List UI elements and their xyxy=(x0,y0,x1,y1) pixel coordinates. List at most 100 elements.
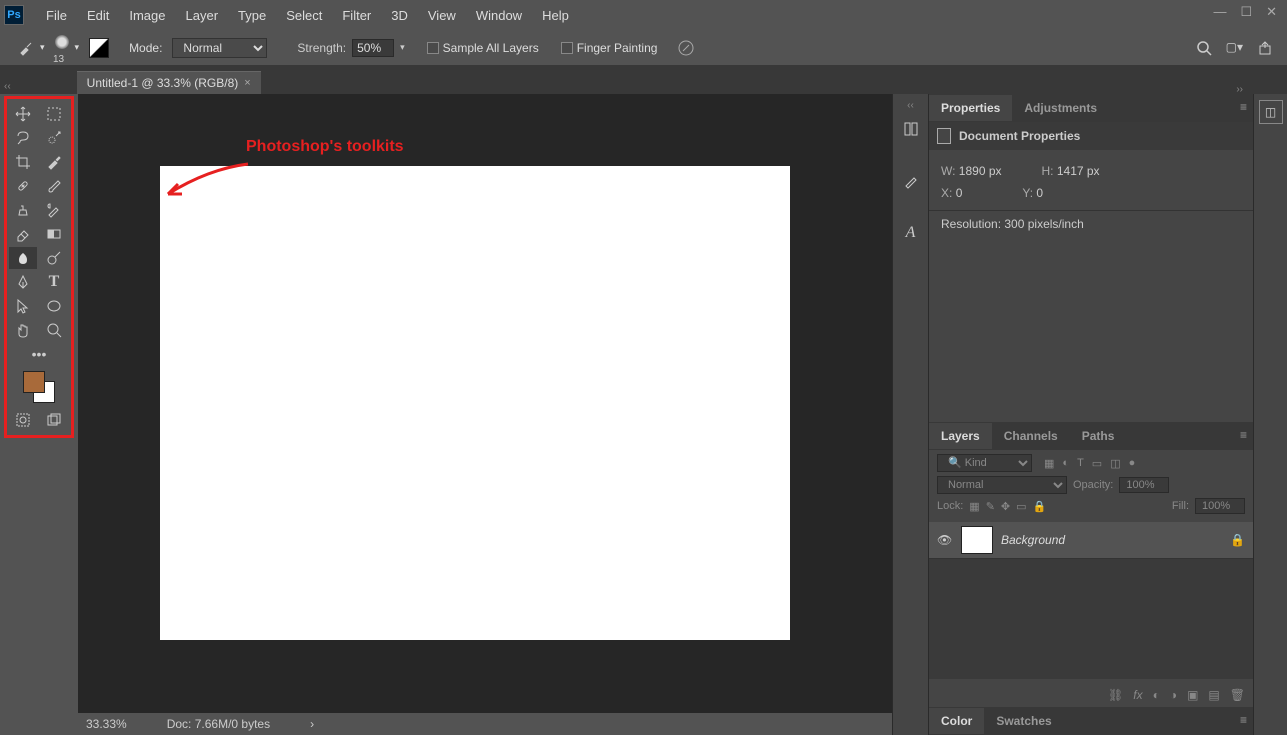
brush-preset[interactable]: 13 ▾ xyxy=(55,35,80,60)
collapse-left-icon[interactable]: ‹‹ xyxy=(0,79,15,94)
canvas[interactable] xyxy=(160,166,790,640)
eyedropper-tool[interactable] xyxy=(40,151,68,173)
document-tab[interactable]: Untitled-1 @ 33.3% (RGB/8) × xyxy=(77,71,261,94)
menu-help[interactable]: Help xyxy=(532,8,579,23)
menu-3d[interactable]: 3D xyxy=(381,8,418,23)
menu-view[interactable]: View xyxy=(418,8,466,23)
layer-filter-select[interactable]: 🔍 Kind xyxy=(937,454,1032,472)
lock-paint-icon[interactable]: ✎ xyxy=(986,500,995,513)
pressure-icon[interactable] xyxy=(677,39,695,57)
more-tools[interactable]: ••• xyxy=(25,343,53,365)
tab-properties[interactable]: Properties xyxy=(929,95,1012,121)
zoom-level[interactable]: 33.33% xyxy=(86,717,127,731)
lock-all-icon[interactable]: 🔒 xyxy=(1033,500,1047,513)
mask-icon[interactable]: ◐ xyxy=(1153,688,1160,702)
eraser-tool[interactable] xyxy=(9,223,37,245)
tab-color[interactable]: Color xyxy=(929,708,984,734)
adjustment-icon[interactable]: ◑ xyxy=(1170,688,1177,702)
new-layer-icon[interactable]: ▤ xyxy=(1208,688,1219,702)
pen-tool[interactable] xyxy=(9,271,37,293)
path-select-tool[interactable] xyxy=(9,295,37,317)
blend-mode[interactable]: Normal xyxy=(937,476,1067,494)
menu-file[interactable]: File xyxy=(36,8,77,23)
filter-type-icon[interactable]: T xyxy=(1077,457,1084,470)
close-icon[interactable]: ✕ xyxy=(1266,4,1277,20)
link-layers-icon[interactable]: ⛓ xyxy=(1108,688,1123,702)
filter-toggle-icon[interactable]: ● xyxy=(1129,457,1136,470)
visibility-icon[interactable]: 👁 xyxy=(937,533,953,547)
lock-artboard-icon[interactable]: ▭ xyxy=(1016,500,1026,513)
screen-mode-tool[interactable] xyxy=(40,409,68,431)
panel-menu-icon[interactable]: ≡ xyxy=(1240,100,1247,114)
fill-input[interactable] xyxy=(1195,498,1245,514)
canvas-area[interactable]: Photoshop's toolkits 33.33% Doc: 7.66M/0… xyxy=(78,94,892,735)
tab-channels[interactable]: Channels xyxy=(992,423,1070,449)
minimize-icon[interactable]: ― xyxy=(1213,4,1226,20)
workspace-icon[interactable]: ▢▾ xyxy=(1226,40,1243,56)
crop-tool[interactable] xyxy=(9,151,37,173)
search-icon[interactable] xyxy=(1196,40,1212,56)
share-icon[interactable] xyxy=(1257,40,1273,56)
history-panel-icon[interactable] xyxy=(897,115,925,143)
delete-icon[interactable]: 🗑 xyxy=(1230,688,1245,702)
expand-right-icon[interactable]: ‹‹ xyxy=(893,98,928,113)
menu-window[interactable]: Window xyxy=(466,8,532,23)
finger-painting-checkbox[interactable]: Finger Painting xyxy=(561,41,658,55)
tab-adjustments[interactable]: Adjustments xyxy=(1012,95,1109,121)
menu-select[interactable]: Select xyxy=(276,8,332,23)
menu-edit[interactable]: Edit xyxy=(77,8,119,23)
maximize-icon[interactable]: ☐ xyxy=(1240,4,1252,20)
zoom-tool[interactable] xyxy=(40,319,68,341)
lock-position-icon[interactable]: ✥ xyxy=(1001,500,1010,513)
tab-paths[interactable]: Paths xyxy=(1070,423,1127,449)
gradient-tool[interactable] xyxy=(40,223,68,245)
properties-panel: Document Properties W: 1890 px H: 1417 p… xyxy=(929,122,1253,422)
fx-icon[interactable]: fx xyxy=(1133,688,1142,702)
color-menu-icon[interactable]: ≡ xyxy=(1240,713,1247,727)
sample-all-layers-checkbox[interactable]: Sample All Layers xyxy=(427,41,539,55)
opacity-input[interactable] xyxy=(1119,477,1169,493)
filter-smart-icon[interactable]: ◫ xyxy=(1110,457,1120,470)
filter-adjust-icon[interactable]: ◐ xyxy=(1062,457,1069,470)
lasso-tool[interactable] xyxy=(9,127,37,149)
character-panel-icon[interactable]: A xyxy=(897,219,925,247)
clone-stamp-tool[interactable] xyxy=(9,199,37,221)
filter-pixel-icon[interactable]: ▦ xyxy=(1044,457,1054,470)
brush-panel-toggle[interactable] xyxy=(89,38,109,58)
menu-filter[interactable]: Filter xyxy=(332,8,381,23)
text-tool[interactable]: T xyxy=(40,271,68,293)
libraries-icon[interactable]: ◫ xyxy=(1259,100,1283,124)
quick-mask-tool[interactable] xyxy=(9,409,37,431)
menu-layer[interactable]: Layer xyxy=(176,8,229,23)
menu-type[interactable]: Type xyxy=(228,8,276,23)
move-tool[interactable] xyxy=(9,103,37,125)
marquee-tool[interactable] xyxy=(40,103,68,125)
brush-tool[interactable] xyxy=(40,175,68,197)
tab-swatches[interactable]: Swatches xyxy=(984,708,1063,734)
layer-name[interactable]: Background xyxy=(1001,533,1222,547)
quick-select-tool[interactable] xyxy=(40,127,68,149)
history-brush-tool[interactable] xyxy=(40,199,68,221)
status-chevron-icon[interactable]: › xyxy=(310,717,314,731)
layer-row[interactable]: 👁 Background 🔒 xyxy=(929,522,1253,559)
filter-shape-icon[interactable]: ▭ xyxy=(1092,457,1102,470)
foreground-color[interactable] xyxy=(23,371,45,393)
group-icon[interactable]: ▣ xyxy=(1187,688,1198,702)
strength-input[interactable] xyxy=(352,39,394,57)
lock-pixels-icon[interactable]: ▦ xyxy=(969,500,979,513)
dodge-tool[interactable] xyxy=(40,247,68,269)
smudge-tool[interactable] xyxy=(9,247,37,269)
panel-collapse-icon[interactable]: ›› xyxy=(927,82,1251,97)
hand-tool[interactable] xyxy=(9,319,37,341)
tool-preset[interactable]: ▾ xyxy=(18,40,45,56)
layer-thumbnail[interactable] xyxy=(961,526,993,554)
menu-image[interactable]: Image xyxy=(119,8,175,23)
blend-mode-select[interactable]: Normal xyxy=(172,38,267,58)
color-swatches[interactable] xyxy=(23,371,55,403)
brush-panel-icon[interactable] xyxy=(897,167,925,195)
tab-layers[interactable]: Layers xyxy=(929,423,992,449)
tab-close-icon[interactable]: × xyxy=(244,77,250,89)
shape-tool[interactable] xyxy=(40,295,68,317)
healing-tool[interactable] xyxy=(9,175,37,197)
layers-menu-icon[interactable]: ≡ xyxy=(1240,428,1247,442)
